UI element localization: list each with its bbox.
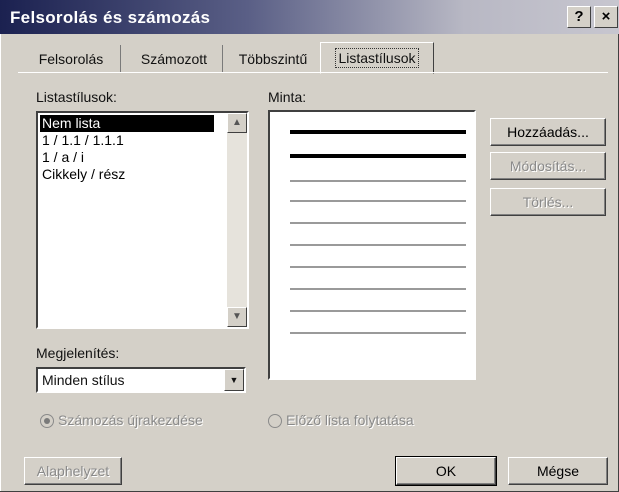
preview-line <box>290 310 466 312</box>
list-item[interactable]: Cikkely / rész <box>40 166 214 183</box>
preview-line <box>290 200 466 202</box>
title-bar: Felsorolás és számozás ? × <box>0 0 619 34</box>
dialog-title: Felsorolás és számozás <box>10 8 211 27</box>
restart-numbering-label: Számozás újrakezdése <box>58 412 203 428</box>
modify-button[interactable]: Módosítás... <box>490 152 606 180</box>
cancel-button[interactable]: Mégse <box>508 457 608 485</box>
delete-button[interactable]: Törlés... <box>490 188 606 216</box>
preview-line <box>290 180 466 182</box>
help-button[interactable]: ? <box>567 6 591 28</box>
reset-button[interactable]: Alaphelyzet <box>24 457 122 485</box>
scroll-down-icon[interactable]: ▼ <box>227 307 247 327</box>
preview-label: Minta: <box>268 89 307 105</box>
preview-line <box>290 244 466 246</box>
ok-button[interactable]: OK <box>395 456 497 486</box>
tab-multilevel[interactable]: Többszintű <box>228 45 318 73</box>
list-styles-listbox[interactable]: Nem lista 1 / 1.1 / 1.1.1 1 / a / i Cikk… <box>36 111 249 329</box>
list-item[interactable]: 1 / 1.1 / 1.1.1 <box>40 132 214 149</box>
continue-list-label: Előző lista folytatása <box>286 412 414 428</box>
list-item[interactable]: Nem lista <box>40 115 214 132</box>
display-select-value: Minden stílus <box>42 372 125 388</box>
radio-dot-icon <box>40 414 54 428</box>
preview-line <box>290 266 466 268</box>
list-scrollbar[interactable]: ▲ ▼ <box>227 113 247 327</box>
tab-list-styles-label: Listastílusok <box>335 48 419 68</box>
list-item[interactable]: 1 / a / i <box>40 149 214 166</box>
radio-dot-icon <box>268 414 282 428</box>
preview-line <box>290 154 466 158</box>
preview-line <box>290 130 466 134</box>
preview-box <box>268 110 476 380</box>
tab-bullets[interactable]: Felsorolás <box>22 45 121 73</box>
tab-numbered[interactable]: Számozott <box>126 45 223 73</box>
display-select[interactable]: Minden stílus ▼ <box>36 367 246 393</box>
preview-line <box>290 222 466 224</box>
close-button[interactable]: × <box>594 6 618 28</box>
bullets-numbering-dialog: Felsorolás és számozás ? × Felsorolás Sz… <box>0 0 619 492</box>
preview-line <box>290 288 466 290</box>
tab-list-styles[interactable]: Listastílusok <box>320 42 434 74</box>
chevron-down-icon[interactable]: ▼ <box>224 369 244 391</box>
list-styles-label: Listastílusok: <box>36 89 117 105</box>
display-label: Megjelenítés: <box>36 345 120 361</box>
preview-line <box>290 332 466 334</box>
add-button[interactable]: Hozzáadás... <box>490 118 606 146</box>
scroll-up-icon[interactable]: ▲ <box>227 113 247 133</box>
